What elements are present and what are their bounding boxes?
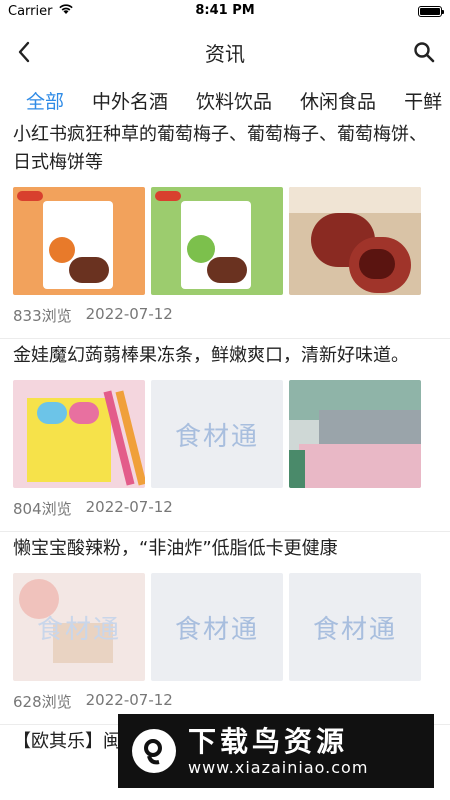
watermark-banner: 下载鸟资源 www.xiazainiao.com <box>118 714 434 788</box>
view-count: 833浏览 <box>13 307 72 325</box>
article-card[interactable]: 小红书疯狂种草的葡萄梅子、葡萄梅子、葡萄梅饼、日式梅饼等 833浏览 2022-… <box>0 118 450 339</box>
status-bar: Carrier 8:41 PM <box>0 0 450 22</box>
article-title[interactable]: 小红书疯狂种草的葡萄梅子、葡萄梅子、葡萄梅饼、日式梅饼等 <box>13 118 437 177</box>
tab-all[interactable]: 全部 <box>26 87 64 114</box>
carrier-label: Carrier <box>8 3 53 19</box>
tab-beverages[interactable]: 饮料饮品 <box>196 87 272 114</box>
tab-liquor[interactable]: 中外名酒 <box>92 87 168 114</box>
article-image-placeholder[interactable]: 食材通 <box>151 380 283 488</box>
article-card[interactable]: 金娃魔幻蒟蒻棒果冻条，鲜嫩爽口，清新好味道。 食材通 804浏览 2022-07… <box>0 339 450 532</box>
article-image[interactable] <box>151 187 283 295</box>
article-card[interactable]: 懒宝宝酸辣粉，“非油炸”低脂低卡更健康 食材通 食材通 食材通 628浏览 20… <box>0 532 450 725</box>
search-icon <box>414 42 435 63</box>
article-image[interactable] <box>13 187 145 295</box>
page-title: 资讯 <box>205 41 245 66</box>
battery-icon <box>418 5 444 17</box>
placeholder-logo: 食材通 <box>36 614 121 645</box>
publish-date: 2022-07-12 <box>85 498 173 516</box>
article-image-placeholder[interactable]: 食材通 <box>151 573 283 681</box>
nav-bar: 资讯 <box>0 22 450 82</box>
article-image-placeholder[interactable]: 食材通 <box>289 573 421 681</box>
article-image[interactable] <box>13 380 145 488</box>
category-tabs: 全部 中外名酒 饮料饮品 休闲食品 干鲜 <box>0 82 450 118</box>
tab-dried-goods[interactable]: 干鲜 <box>404 87 442 114</box>
tab-snacks[interactable]: 休闲食品 <box>300 87 376 114</box>
article-image[interactable] <box>289 187 421 295</box>
clock: 8:41 PM <box>195 3 255 18</box>
publish-date: 2022-07-12 <box>85 691 173 709</box>
article-title[interactable]: 懒宝宝酸辣粉，“非油炸”低脂低卡更健康 <box>13 532 437 563</box>
publish-date: 2022-07-12 <box>85 305 173 323</box>
view-count: 628浏览 <box>13 693 72 711</box>
watermark-title: 下载鸟资源 <box>188 724 349 758</box>
search-button[interactable] <box>410 38 438 66</box>
back-button[interactable] <box>10 38 38 66</box>
placeholder-logo: 食材通 <box>174 614 259 645</box>
bird-logo-icon <box>132 729 176 773</box>
chevron-left-icon <box>18 41 30 63</box>
placeholder-logo: 食材通 <box>174 421 259 452</box>
news-feed: 小红书疯狂种草的葡萄梅子、葡萄梅子、葡萄梅饼、日式梅饼等 833浏览 2022-… <box>0 118 450 756</box>
article-title[interactable]: 金娃魔幻蒟蒻棒果冻条，鲜嫩爽口，清新好味道。 <box>13 339 437 370</box>
article-image[interactable]: 食材通 <box>13 573 145 681</box>
wifi-icon <box>58 3 74 19</box>
watermark-url: www.xiazainiao.com <box>188 757 369 777</box>
article-image[interactable] <box>289 380 421 488</box>
placeholder-logo: 食材通 <box>312 614 397 645</box>
view-count: 804浏览 <box>13 500 72 518</box>
